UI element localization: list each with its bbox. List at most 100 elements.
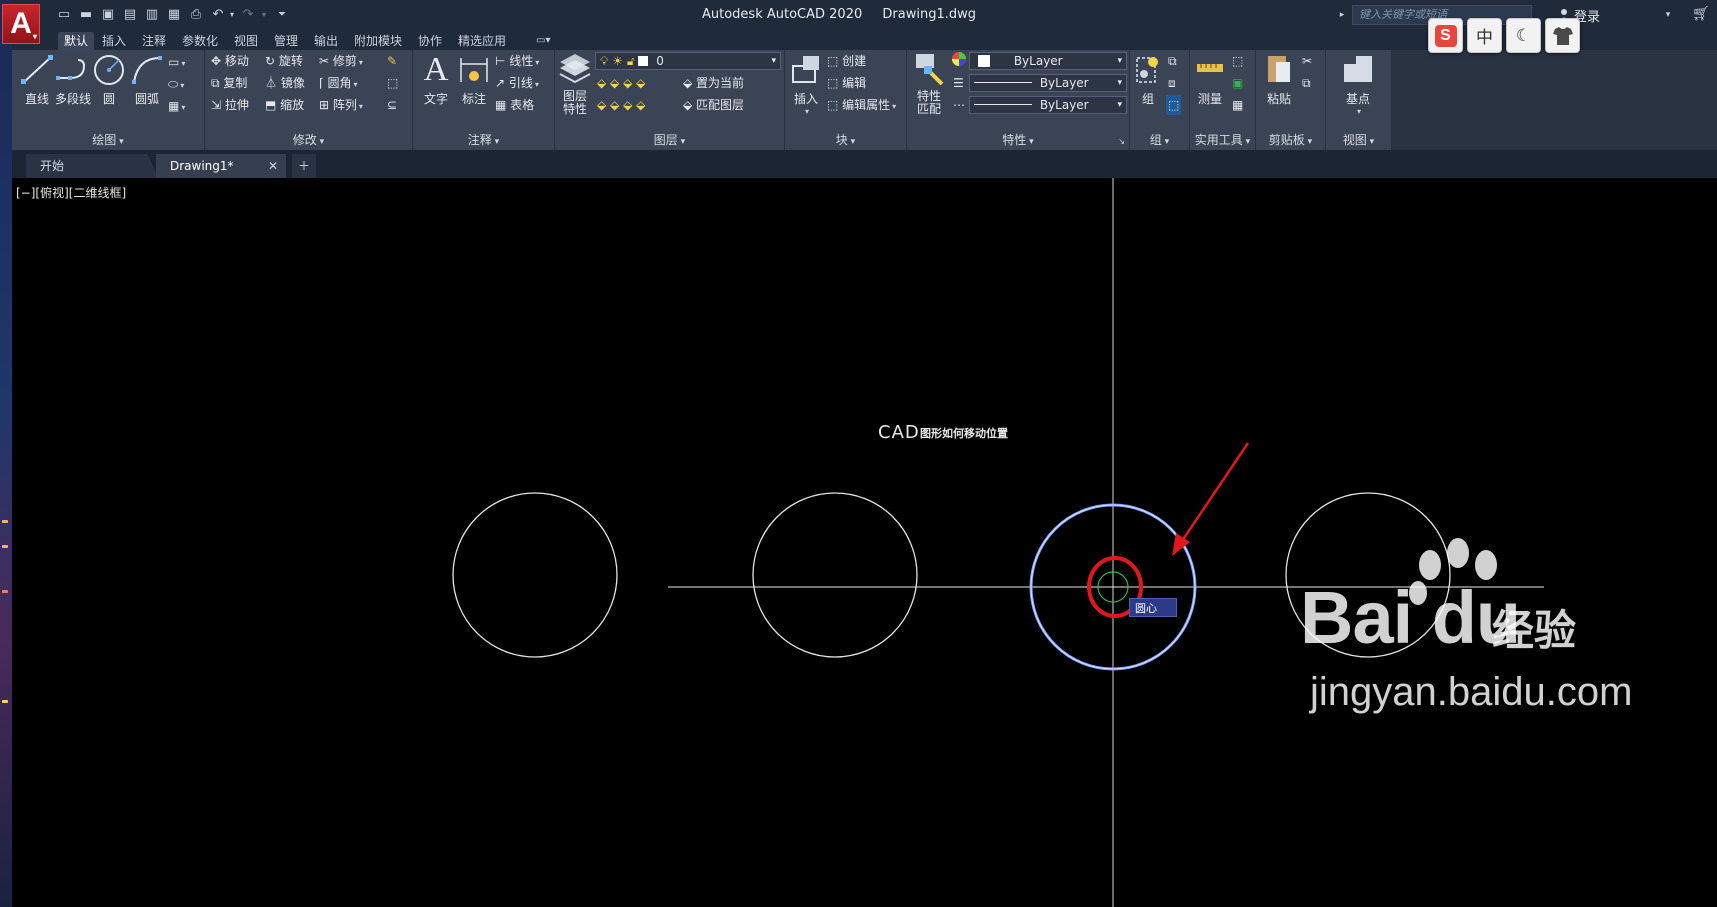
tab-default[interactable]: 默认 bbox=[58, 32, 95, 50]
layer-tools-row1-icon[interactable]: ⬙ ⬙ ⬙ ⬙ bbox=[597, 73, 645, 93]
ungroup-icon[interactable]: ⧉ bbox=[1168, 51, 1177, 71]
insert-block-button[interactable]: 插入 ▾ bbox=[787, 52, 825, 116]
measure-button[interactable]: 测量 bbox=[1192, 52, 1228, 114]
panel-draw-title[interactable]: 绘图 bbox=[12, 132, 204, 148]
search-expand-icon[interactable]: ▸ bbox=[1334, 7, 1350, 23]
tab-insert[interactable]: 插入 bbox=[96, 32, 132, 50]
mirror-button[interactable]: ⏃ 镜像 bbox=[265, 73, 305, 93]
sogou-logo-icon[interactable]: S bbox=[1428, 18, 1463, 53]
publish-icon[interactable]: ▦ bbox=[166, 7, 182, 23]
table-button[interactable]: ▦ 表格 bbox=[495, 95, 534, 115]
moon-icon[interactable]: ☾ bbox=[1506, 18, 1541, 53]
scale-button[interactable]: ⬒ 缩放 bbox=[265, 95, 304, 115]
arc-button[interactable]: 圆弧 bbox=[124, 52, 170, 114]
layer-tools-row2-icon[interactable]: ⬙ ⬙ ⬙ ⬙ bbox=[597, 95, 645, 115]
undo-dropdown-icon[interactable]: ▾ bbox=[224, 7, 240, 23]
print-icon[interactable]: ⎙ bbox=[188, 7, 204, 23]
layer-properties-button[interactable]: 图层 特性 bbox=[555, 52, 595, 116]
panel-block: 插入 ▾ ⬚ 创建 ⬚ 编辑 ⬚ 编辑属性 ▾ 块 bbox=[785, 50, 907, 150]
application-menu-button[interactable]: A ▾ bbox=[2, 4, 40, 44]
ribbon-options-icon[interactable]: ▭▾ bbox=[530, 32, 556, 50]
chinese-mode-button[interactable]: 中 bbox=[1467, 18, 1502, 53]
panel-utilities-title[interactable]: 实用工具 bbox=[1190, 132, 1255, 148]
group-button[interactable]: 组 bbox=[1130, 52, 1166, 114]
panel-block-title[interactable]: 块 bbox=[785, 132, 906, 148]
panel-modify-title[interactable]: 修改 bbox=[205, 132, 412, 148]
linetype-dropdown[interactable]: ByLayer ▾ bbox=[969, 96, 1127, 114]
panel-properties-title[interactable]: 特性 bbox=[907, 132, 1129, 148]
erase-icon[interactable]: ✎ bbox=[387, 51, 397, 71]
skin-icon[interactable] bbox=[1545, 18, 1580, 53]
create-block-button[interactable]: ⬚ 创建 bbox=[827, 51, 866, 71]
panel-layers-title[interactable]: 图层 bbox=[555, 132, 784, 148]
quick-select-icon[interactable]: ⬚ bbox=[1232, 51, 1243, 71]
copy-button[interactable]: ⧉ 复制 bbox=[211, 73, 247, 93]
redo-icon[interactable]: ↷ bbox=[240, 7, 256, 23]
calculator-icon[interactable]: ▦ bbox=[1232, 95, 1243, 115]
boundary-icon[interactable]: ▦ ▾ bbox=[168, 96, 185, 116]
hatch-icon[interactable]: ⬭ ▾ bbox=[168, 74, 184, 94]
leader-button[interactable]: ↗ 引线 ▾ bbox=[495, 73, 539, 93]
edit-block-button[interactable]: ⬚ 编辑 bbox=[827, 73, 866, 93]
table-icon: ▦ bbox=[495, 98, 511, 112]
layer-dropdown[interactable]: 💡︎ ☀ 🔓︎ 0 ▾ bbox=[595, 52, 781, 70]
rectangle-icon[interactable]: ▭ ▾ bbox=[168, 52, 185, 72]
panel-annotation-title[interactable]: 注释 bbox=[413, 132, 554, 148]
fillet-button[interactable]: ⌈ 圆角 ▾ bbox=[319, 73, 358, 93]
tab-view[interactable]: 视图 bbox=[228, 32, 264, 50]
trim-button[interactable]: ✂ 修剪 ▾ bbox=[319, 51, 363, 71]
new-file-icon[interactable]: ▭ bbox=[56, 7, 72, 23]
tab-parametric[interactable]: 参数化 bbox=[176, 32, 224, 50]
tab-output[interactable]: 输出 bbox=[308, 32, 344, 50]
group-edit-icon[interactable]: ⧈ bbox=[1168, 73, 1176, 93]
redo-dropdown-icon[interactable]: ▾ bbox=[256, 7, 272, 23]
explode-icon[interactable]: ⬚ bbox=[387, 73, 398, 93]
viewport-controls-label[interactable]: [−][俯视][二维线框] bbox=[16, 184, 126, 201]
group-select-icon[interactable]: ⬚ bbox=[1166, 95, 1182, 115]
tab-featured-apps[interactable]: 精选应用 bbox=[452, 32, 512, 50]
tab-collaborate[interactable]: 协作 bbox=[412, 32, 448, 50]
layer-color-swatch bbox=[638, 56, 649, 66]
chevron-down-icon: ▾ bbox=[1117, 56, 1122, 66]
set-current-button[interactable]: ⬙ 置为当前 bbox=[683, 73, 744, 93]
save-icon[interactable]: ▣ bbox=[100, 7, 116, 23]
export-icon[interactable]: ▥ bbox=[144, 7, 160, 23]
panel-clipboard-title[interactable]: 剪贴板 bbox=[1256, 132, 1325, 148]
tab-annotate[interactable]: 注释 bbox=[136, 32, 172, 50]
close-icon[interactable]: ✕ bbox=[268, 154, 278, 178]
base-point-button[interactable]: 基点 ▾ bbox=[1336, 52, 1380, 116]
offset-icon[interactable]: ⊆ bbox=[387, 95, 397, 115]
move-button[interactable]: ✥ 移动 bbox=[211, 51, 249, 71]
cut-icon[interactable]: ✂ bbox=[1302, 51, 1312, 71]
sign-in-dropdown-icon[interactable]: ▾ bbox=[1660, 7, 1676, 23]
baidu-jingyan-watermark: Bai du 经验 jingyan.baidu.com bbox=[1300, 535, 1660, 735]
tab-start[interactable]: 开始 bbox=[26, 154, 158, 178]
color-dropdown[interactable]: ByLayer ▾ bbox=[969, 52, 1127, 70]
edit-attributes-button[interactable]: ⬚ 编辑属性 ▾ bbox=[827, 95, 896, 115]
copy-clip-icon[interactable]: ⧉ bbox=[1302, 73, 1311, 93]
array-button[interactable]: ⊞ 阵列 ▾ bbox=[319, 95, 363, 115]
panel-groups-title[interactable]: 组 bbox=[1130, 132, 1189, 148]
panel-view-title[interactable]: 视图 bbox=[1326, 132, 1391, 148]
save-as-icon[interactable]: ▤ bbox=[122, 7, 138, 23]
rotate-button[interactable]: ↻ 旋转 bbox=[265, 51, 303, 71]
tab-addins[interactable]: 附加模块 bbox=[348, 32, 408, 50]
dimension-button[interactable]: 标注 bbox=[451, 52, 497, 114]
baidu-brand: Bai du bbox=[1300, 576, 1521, 659]
tab-drawing1[interactable]: Drawing1* ✕ bbox=[156, 154, 286, 178]
linear-dim-button[interactable]: ⊢ 线性 ▾ bbox=[495, 51, 539, 71]
cart-icon[interactable]: 🛒︎ bbox=[1692, 6, 1710, 22]
paste-button[interactable]: 粘贴 bbox=[1260, 52, 1298, 114]
select-all-icon[interactable]: ▣ bbox=[1232, 73, 1243, 93]
customize-quick-access-icon[interactable]: ⏷ bbox=[274, 7, 290, 23]
panel-properties: 特性匹配 ByLayer ▾ ☰ ByLayer ▾ ⋯ ByLayer ▾ bbox=[907, 50, 1130, 150]
line-sample bbox=[974, 82, 1032, 83]
match-properties-button[interactable]: 特性 匹配 bbox=[909, 52, 949, 116]
new-tab-button[interactable]: ＋ bbox=[292, 154, 316, 178]
lineweight-dropdown[interactable]: ByLayer ▾ bbox=[969, 74, 1127, 92]
stretch-button[interactable]: ⇲ 拉伸 bbox=[211, 95, 249, 115]
tab-manage[interactable]: 管理 bbox=[268, 32, 304, 50]
open-file-icon[interactable]: ▬ bbox=[78, 7, 94, 23]
match-layer-button[interactable]: ⬙ 匹配图层 bbox=[683, 95, 744, 115]
panel-launcher-icon[interactable]: ↘ bbox=[1118, 137, 1125, 146]
